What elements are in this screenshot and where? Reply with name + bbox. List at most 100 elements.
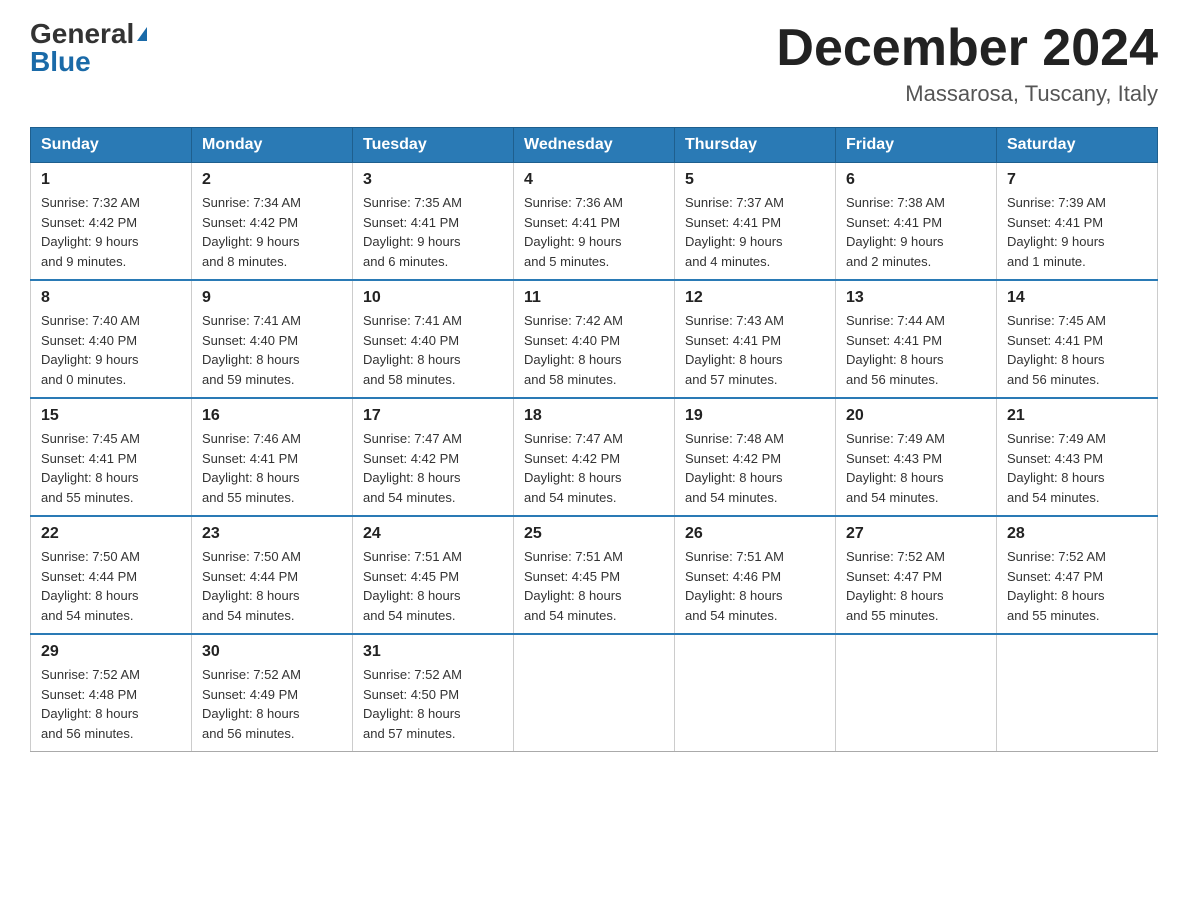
day-info: Sunrise: 7:39 AMSunset: 4:41 PMDaylight:… (1007, 193, 1147, 271)
day-info: Sunrise: 7:51 AMSunset: 4:45 PMDaylight:… (363, 547, 503, 625)
calendar-cell: 8 Sunrise: 7:40 AMSunset: 4:40 PMDayligh… (31, 280, 192, 398)
day-info: Sunrise: 7:52 AMSunset: 4:47 PMDaylight:… (1007, 547, 1147, 625)
calendar-week-row: 1 Sunrise: 7:32 AMSunset: 4:42 PMDayligh… (31, 163, 1158, 281)
calendar-cell: 22 Sunrise: 7:50 AMSunset: 4:44 PMDaylig… (31, 516, 192, 634)
day-of-week-header: Sunday (31, 128, 192, 163)
calendar-cell (514, 634, 675, 752)
day-number: 26 (685, 525, 825, 543)
day-number: 14 (1007, 289, 1147, 307)
day-of-week-header: Friday (836, 128, 997, 163)
day-of-week-header: Tuesday (353, 128, 514, 163)
calendar-cell: 16 Sunrise: 7:46 AMSunset: 4:41 PMDaylig… (192, 398, 353, 516)
calendar-cell: 6 Sunrise: 7:38 AMSunset: 4:41 PMDayligh… (836, 163, 997, 281)
day-number: 18 (524, 407, 664, 425)
calendar-cell: 12 Sunrise: 7:43 AMSunset: 4:41 PMDaylig… (675, 280, 836, 398)
day-info: Sunrise: 7:51 AMSunset: 4:45 PMDaylight:… (524, 547, 664, 625)
calendar-cell: 25 Sunrise: 7:51 AMSunset: 4:45 PMDaylig… (514, 516, 675, 634)
day-info: Sunrise: 7:45 AMSunset: 4:41 PMDaylight:… (1007, 311, 1147, 389)
day-info: Sunrise: 7:32 AMSunset: 4:42 PMDaylight:… (41, 193, 181, 271)
day-info: Sunrise: 7:50 AMSunset: 4:44 PMDaylight:… (41, 547, 181, 625)
day-number: 12 (685, 289, 825, 307)
day-number: 22 (41, 525, 181, 543)
day-number: 16 (202, 407, 342, 425)
calendar-header-row: SundayMondayTuesdayWednesdayThursdayFrid… (31, 128, 1158, 163)
day-number: 15 (41, 407, 181, 425)
day-number: 19 (685, 407, 825, 425)
day-number: 17 (363, 407, 503, 425)
calendar-week-row: 22 Sunrise: 7:50 AMSunset: 4:44 PMDaylig… (31, 516, 1158, 634)
calendar-cell: 3 Sunrise: 7:35 AMSunset: 4:41 PMDayligh… (353, 163, 514, 281)
calendar-cell: 18 Sunrise: 7:47 AMSunset: 4:42 PMDaylig… (514, 398, 675, 516)
day-number: 9 (202, 289, 342, 307)
day-number: 10 (363, 289, 503, 307)
calendar-cell: 21 Sunrise: 7:49 AMSunset: 4:43 PMDaylig… (997, 398, 1158, 516)
location-text: Massarosa, Tuscany, Italy (776, 81, 1158, 107)
day-number: 7 (1007, 171, 1147, 189)
day-of-week-header: Monday (192, 128, 353, 163)
day-info: Sunrise: 7:46 AMSunset: 4:41 PMDaylight:… (202, 429, 342, 507)
calendar-cell: 13 Sunrise: 7:44 AMSunset: 4:41 PMDaylig… (836, 280, 997, 398)
calendar-cell: 26 Sunrise: 7:51 AMSunset: 4:46 PMDaylig… (675, 516, 836, 634)
day-of-week-header: Saturday (997, 128, 1158, 163)
day-info: Sunrise: 7:40 AMSunset: 4:40 PMDaylight:… (41, 311, 181, 389)
day-info: Sunrise: 7:47 AMSunset: 4:42 PMDaylight:… (363, 429, 503, 507)
calendar-cell (675, 634, 836, 752)
calendar-cell: 7 Sunrise: 7:39 AMSunset: 4:41 PMDayligh… (997, 163, 1158, 281)
page-header: General Blue December 2024 Massarosa, Tu… (30, 20, 1158, 107)
calendar-cell: 15 Sunrise: 7:45 AMSunset: 4:41 PMDaylig… (31, 398, 192, 516)
day-of-week-header: Wednesday (514, 128, 675, 163)
day-info: Sunrise: 7:42 AMSunset: 4:40 PMDaylight:… (524, 311, 664, 389)
calendar-cell: 28 Sunrise: 7:52 AMSunset: 4:47 PMDaylig… (997, 516, 1158, 634)
calendar-cell: 20 Sunrise: 7:49 AMSunset: 4:43 PMDaylig… (836, 398, 997, 516)
logo-general-text: General (30, 20, 134, 48)
day-number: 11 (524, 289, 664, 307)
calendar-cell: 24 Sunrise: 7:51 AMSunset: 4:45 PMDaylig… (353, 516, 514, 634)
day-number: 23 (202, 525, 342, 543)
day-info: Sunrise: 7:34 AMSunset: 4:42 PMDaylight:… (202, 193, 342, 271)
day-number: 3 (363, 171, 503, 189)
day-info: Sunrise: 7:51 AMSunset: 4:46 PMDaylight:… (685, 547, 825, 625)
day-number: 6 (846, 171, 986, 189)
logo-triangle-icon (137, 27, 147, 41)
day-number: 4 (524, 171, 664, 189)
day-info: Sunrise: 7:52 AMSunset: 4:50 PMDaylight:… (363, 665, 503, 743)
calendar-cell: 2 Sunrise: 7:34 AMSunset: 4:42 PMDayligh… (192, 163, 353, 281)
day-info: Sunrise: 7:48 AMSunset: 4:42 PMDaylight:… (685, 429, 825, 507)
calendar-cell: 31 Sunrise: 7:52 AMSunset: 4:50 PMDaylig… (353, 634, 514, 752)
day-number: 24 (363, 525, 503, 543)
day-info: Sunrise: 7:43 AMSunset: 4:41 PMDaylight:… (685, 311, 825, 389)
calendar-week-row: 15 Sunrise: 7:45 AMSunset: 4:41 PMDaylig… (31, 398, 1158, 516)
day-info: Sunrise: 7:41 AMSunset: 4:40 PMDaylight:… (363, 311, 503, 389)
day-number: 31 (363, 643, 503, 661)
day-number: 25 (524, 525, 664, 543)
calendar-cell: 10 Sunrise: 7:41 AMSunset: 4:40 PMDaylig… (353, 280, 514, 398)
calendar-week-row: 29 Sunrise: 7:52 AMSunset: 4:48 PMDaylig… (31, 634, 1158, 752)
day-number: 29 (41, 643, 181, 661)
calendar-table: SundayMondayTuesdayWednesdayThursdayFrid… (30, 127, 1158, 752)
day-info: Sunrise: 7:50 AMSunset: 4:44 PMDaylight:… (202, 547, 342, 625)
calendar-week-row: 8 Sunrise: 7:40 AMSunset: 4:40 PMDayligh… (31, 280, 1158, 398)
calendar-cell: 9 Sunrise: 7:41 AMSunset: 4:40 PMDayligh… (192, 280, 353, 398)
day-number: 21 (1007, 407, 1147, 425)
calendar-cell: 17 Sunrise: 7:47 AMSunset: 4:42 PMDaylig… (353, 398, 514, 516)
day-info: Sunrise: 7:47 AMSunset: 4:42 PMDaylight:… (524, 429, 664, 507)
day-info: Sunrise: 7:52 AMSunset: 4:47 PMDaylight:… (846, 547, 986, 625)
calendar-cell: 1 Sunrise: 7:32 AMSunset: 4:42 PMDayligh… (31, 163, 192, 281)
day-number: 5 (685, 171, 825, 189)
day-number: 1 (41, 171, 181, 189)
day-info: Sunrise: 7:35 AMSunset: 4:41 PMDaylight:… (363, 193, 503, 271)
day-number: 13 (846, 289, 986, 307)
day-info: Sunrise: 7:36 AMSunset: 4:41 PMDaylight:… (524, 193, 664, 271)
day-number: 2 (202, 171, 342, 189)
calendar-cell: 29 Sunrise: 7:52 AMSunset: 4:48 PMDaylig… (31, 634, 192, 752)
day-number: 8 (41, 289, 181, 307)
calendar-cell: 27 Sunrise: 7:52 AMSunset: 4:47 PMDaylig… (836, 516, 997, 634)
calendar-cell: 4 Sunrise: 7:36 AMSunset: 4:41 PMDayligh… (514, 163, 675, 281)
day-info: Sunrise: 7:37 AMSunset: 4:41 PMDaylight:… (685, 193, 825, 271)
logo-blue-text: Blue (30, 48, 91, 76)
day-number: 28 (1007, 525, 1147, 543)
day-info: Sunrise: 7:49 AMSunset: 4:43 PMDaylight:… (846, 429, 986, 507)
day-number: 30 (202, 643, 342, 661)
day-info: Sunrise: 7:49 AMSunset: 4:43 PMDaylight:… (1007, 429, 1147, 507)
calendar-cell: 5 Sunrise: 7:37 AMSunset: 4:41 PMDayligh… (675, 163, 836, 281)
